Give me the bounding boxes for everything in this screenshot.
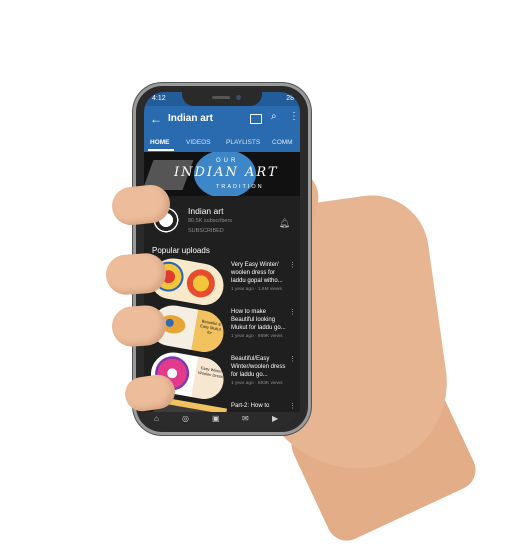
subscribed-button[interactable]: SUBSCRIBED — [188, 228, 224, 234]
explore-icon[interactable]: ◎ — [182, 414, 189, 423]
cast-icon[interactable] — [250, 114, 262, 124]
tab-videos[interactable]: VIDEOS — [186, 139, 211, 146]
channel-banner: OUR INDIAN ART TRADITION — [144, 152, 300, 196]
status-battery: 28 — [286, 95, 294, 102]
more-vert-icon[interactable]: ⋮ — [289, 111, 299, 122]
banner-line-3: TRADITION — [216, 184, 264, 190]
notch — [182, 92, 262, 106]
video-title: Part-2: How to — [231, 403, 270, 409]
app-bar: ← Indian art ⌕ ⋮ — [144, 106, 300, 132]
video-title: Beautiful/Easy Winter/woolen dress for l… — [231, 356, 286, 378]
more-vert-icon[interactable]: ⋮ — [289, 308, 296, 316]
channel-tabs: HOME VIDEOS PLAYLISTS COMM — [144, 132, 300, 152]
active-tab-indicator — [148, 149, 174, 151]
tab-community[interactable]: COMM — [272, 139, 293, 146]
more-vert-icon[interactable]: ⋮ — [289, 402, 296, 410]
front-camera — [236, 95, 241, 100]
banner-line-2: INDIAN ART — [174, 165, 279, 180]
home-icon[interactable]: ⌂ — [154, 414, 159, 423]
library-icon[interactable]: ▶ — [272, 414, 278, 423]
video-title: How to make Beautiful looking Mukut for … — [231, 309, 286, 331]
tab-playlists[interactable]: PLAYLISTS — [226, 139, 260, 146]
more-vert-icon[interactable]: ⋮ — [289, 355, 296, 363]
phone-screen: 4:12 28 ← Indian art ⌕ ⋮ HOME VIDEOS PLA… — [144, 92, 300, 426]
bell-icon[interactable]: 🔔︎ — [279, 218, 290, 229]
video-meta: 1 year ago · 669K views — [231, 334, 283, 339]
page-title: Indian art — [168, 113, 214, 124]
subscriber-count: 80.5K subscribers — [188, 218, 233, 224]
banner-line-1: OUR — [216, 158, 239, 164]
video-meta: 1 year ago · 1.6M views — [231, 287, 282, 292]
thumb-decoration — [184, 267, 218, 300]
bottom-nav: ⌂ ◎ ▣ ✉ ▶ — [144, 412, 300, 426]
video-meta: 1 year ago · 593K views — [231, 381, 283, 386]
video-item[interactable]: Very Easy Winter/ woolen dress for laddu… — [144, 254, 300, 309]
status-time: 4:12 — [152, 95, 166, 102]
tab-home[interactable]: HOME — [150, 139, 170, 146]
channel-name: Indian art — [188, 206, 224, 216]
subscriptions-icon[interactable]: ▣ — [212, 414, 220, 423]
video-item[interactable]: Beautiful & Easy Mukut for How to make B… — [144, 301, 300, 356]
inbox-icon[interactable]: ✉ — [242, 414, 249, 423]
back-arrow-icon[interactable]: ← — [150, 112, 162, 126]
speaker — [212, 96, 230, 99]
more-vert-icon[interactable]: ⋮ — [289, 261, 296, 269]
search-icon[interactable]: ⌕ — [271, 111, 277, 122]
video-title: Very Easy Winter/ woolen dress for laddu… — [231, 262, 283, 284]
thumb-text: Beautiful & Easy Mukut for — [199, 318, 222, 336]
thumb-text: Easy Winter Woolen Dress — [197, 365, 224, 380]
section-title: Popular uploads — [152, 246, 210, 255]
